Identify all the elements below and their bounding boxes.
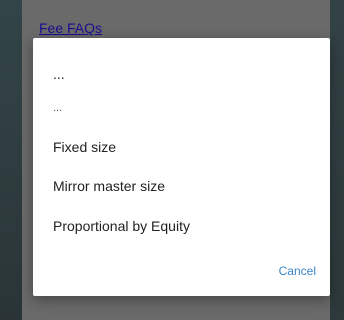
background-edge-left — [0, 0, 22, 320]
option-mirror-master-size[interactable]: Mirror master size — [53, 178, 165, 194]
option-proportional-by-equity[interactable]: Proportional by Equity — [53, 218, 190, 234]
option-ellipsis-1[interactable]: ... — [53, 66, 65, 82]
fee-faqs-link[interactable]: Fee FAQs — [39, 20, 102, 36]
option-fixed-size[interactable]: Fixed size — [53, 139, 116, 155]
lot-size-options-dialog: ... ... Fixed size Mirror master size Pr… — [33, 38, 330, 296]
app-screen: Fee FAQs ... ... Fixed size Mirror maste… — [0, 0, 344, 320]
option-ellipsis-2[interactable]: ... — [53, 102, 62, 114]
background-edge-right — [330, 0, 344, 320]
cancel-button[interactable]: Cancel — [279, 264, 316, 278]
